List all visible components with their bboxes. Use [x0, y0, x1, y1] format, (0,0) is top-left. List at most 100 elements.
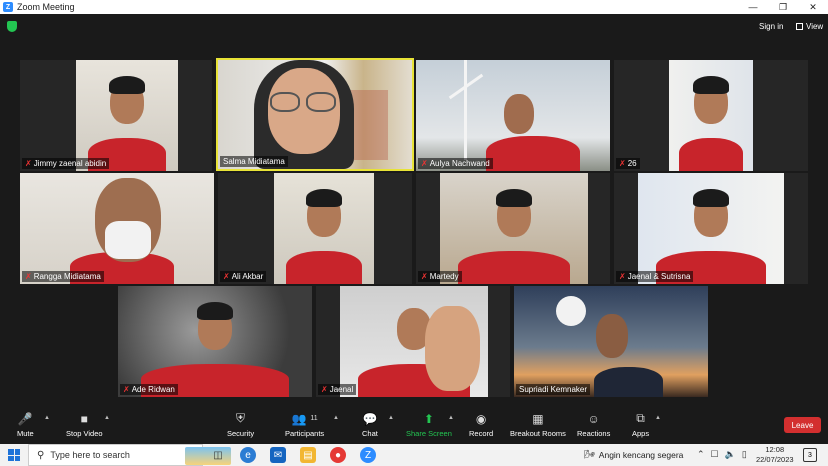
volume-icon[interactable]: 🔈: [725, 449, 736, 460]
participant-video: [340, 286, 488, 397]
wind-icon: 🌬: [584, 449, 595, 459]
participants-icon: 👥 11: [291, 411, 318, 426]
weather-widget[interactable]: 🌬 Angin kencang segera: [584, 449, 683, 460]
share-screen-icon: ⬆: [423, 411, 434, 426]
mic-muted-icon: ✗: [421, 159, 428, 168]
breakout-rooms-button[interactable]: ▦ Breakout Rooms: [510, 411, 566, 439]
mic-muted-icon: ✗: [619, 272, 626, 281]
encryption-shield-icon[interactable]: [7, 21, 17, 32]
participant-name: ✗ Martedy: [418, 271, 462, 282]
share-screen-button[interactable]: ⬆ Share Screen: [406, 411, 452, 439]
participant-video: [118, 286, 312, 397]
zoom-logo-icon: Z: [3, 2, 13, 12]
window-title: Zoom Meeting: [17, 2, 75, 12]
participant-video: [218, 60, 412, 169]
mic-muted-icon: ✗: [321, 385, 328, 394]
window-title-bar: Z Zoom Meeting — ❐ ✕: [0, 0, 828, 14]
participant-name: ✗ 26: [616, 158, 640, 169]
participant-tile[interactable]: ✗ Rangga Midiatama: [20, 173, 214, 284]
participant-name: ✗ Ali Akbar: [220, 271, 267, 282]
participant-tile[interactable]: ✗ Martedy: [416, 173, 610, 284]
mic-muted-icon: ✗: [421, 272, 428, 281]
video-options-caret[interactable]: ▲: [104, 415, 110, 421]
participant-video: [416, 60, 610, 171]
zoom-taskbar-icon[interactable]: Z: [360, 447, 376, 463]
stop-video-button[interactable]: ■ Stop Video: [66, 411, 103, 439]
mute-button[interactable]: 🎤 Mute: [17, 411, 34, 439]
participants-button[interactable]: 👥 11 Participants: [285, 411, 324, 439]
chat-bubble-icon: 💬: [362, 411, 378, 426]
meeting-top-bar: Sign in View: [0, 14, 828, 44]
chrome-icon[interactable]: ●: [330, 447, 346, 463]
apps-button[interactable]: ⧉ Apps: [632, 411, 649, 438]
record-button[interactable]: ◉ Record: [469, 411, 493, 439]
participant-tile[interactable]: ✗ Jaenal & Sutrisna: [614, 173, 808, 284]
apps-options-caret[interactable]: ▲: [655, 415, 661, 421]
mic-muted-icon: ✗: [123, 385, 130, 394]
search-icon: ⚲: [37, 449, 45, 461]
chat-button[interactable]: 💬 Chat: [362, 411, 378, 439]
participant-name: ✗ Jaenal & Sutrisna: [616, 271, 694, 282]
notification-center-icon[interactable]: 3: [803, 448, 817, 462]
battery-icon[interactable]: ▯: [742, 449, 747, 460]
view-button[interactable]: View: [796, 22, 823, 31]
file-explorer-icon[interactable]: ▤: [300, 447, 316, 463]
audio-options-caret[interactable]: ▲: [44, 415, 50, 421]
participant-tile[interactable]: Supriadi Kemnaker: [514, 286, 708, 397]
participant-video: [514, 286, 708, 397]
participant-tile[interactable]: ✗ Ali Akbar: [218, 173, 412, 284]
apps-icon: ⧉: [636, 411, 645, 425]
mic-muted-icon: ✗: [25, 159, 32, 168]
maximize-button[interactable]: ❐: [768, 0, 798, 14]
minimize-button[interactable]: —: [738, 0, 768, 14]
participant-name: Salma Midiatama: [220, 156, 288, 167]
mail-icon[interactable]: ✉: [270, 447, 286, 463]
leave-button[interactable]: Leave: [784, 417, 821, 433]
windows-start-button[interactable]: [8, 449, 20, 461]
reactions-button[interactable]: ☺ Reactions: [577, 411, 610, 439]
weather-text: Angin kencang segera: [598, 449, 684, 460]
microphone-icon: 🎤: [17, 411, 33, 426]
system-tray: ⌃ ☐ 🔈 ▯: [697, 449, 747, 460]
participant-name: ✗ Aulya Nachwand: [418, 158, 493, 169]
participant-video: [440, 173, 588, 284]
participant-tile[interactable]: ✗ Jaenal: [316, 286, 510, 397]
participant-video: [669, 60, 753, 171]
participant-tile[interactable]: ✗ Aulya Nachwand: [416, 60, 610, 171]
video-camera-icon: ■: [80, 411, 88, 426]
view-label: View: [806, 22, 824, 31]
clock-time: 12:08: [765, 445, 785, 454]
participant-tile[interactable]: ✗ 26: [614, 60, 808, 171]
system-clock[interactable]: 12:08 22/07/2023: [756, 445, 794, 465]
window-controls: — ❐ ✕: [738, 0, 828, 14]
participant-name: ✗ Jaenal: [318, 384, 357, 395]
participant-tile[interactable]: ✗ Ade Ridwan: [118, 286, 312, 397]
edge-browser-icon[interactable]: e: [240, 447, 256, 463]
close-button[interactable]: ✕: [798, 0, 828, 14]
participant-name: ✗ Ade Ridwan: [120, 384, 178, 395]
participant-video: [20, 173, 214, 284]
participants-count: 11: [310, 415, 318, 422]
record-icon: ◉: [475, 411, 487, 426]
windows-taskbar: ⚲ Type here to search ◫ e ✉ ▤ ● Z 🌬 Angi…: [0, 444, 828, 466]
sign-in-link[interactable]: Sign in: [759, 22, 783, 31]
chat-options-caret[interactable]: ▲: [388, 415, 394, 421]
participants-options-caret[interactable]: ▲: [333, 415, 339, 421]
participant-name: Supriadi Kemnaker: [516, 384, 591, 395]
meeting-controls-toolbar: 🎤 Mute ▲ ■ Stop Video ▲ ⛨ Security 👥 11 P…: [0, 408, 828, 444]
participant-tile-active-speaker[interactable]: Salma Midiatama: [216, 58, 414, 171]
mic-muted-icon: ✗: [25, 272, 32, 281]
participant-tile[interactable]: ✗ Jimmy zaenal abidin: [20, 60, 212, 171]
chevron-up-icon[interactable]: ⌃: [697, 449, 705, 460]
mic-muted-icon: ✗: [619, 159, 626, 168]
task-view-icon[interactable]: ◫: [210, 447, 226, 463]
taskbar-search-input[interactable]: ⚲ Type here to search: [28, 444, 231, 466]
participant-name: ✗ Rangga Midiatama: [22, 271, 104, 282]
share-options-caret[interactable]: ▲: [448, 415, 454, 421]
security-button[interactable]: ⛨ Security: [227, 411, 254, 438]
participant-video: [638, 173, 784, 284]
shield-icon: ⛨: [236, 411, 246, 425]
participant-name: ✗ Jimmy zaenal abidin: [22, 158, 110, 169]
search-placeholder: Type here to search: [50, 450, 130, 460]
network-icon[interactable]: ☐: [711, 449, 719, 460]
